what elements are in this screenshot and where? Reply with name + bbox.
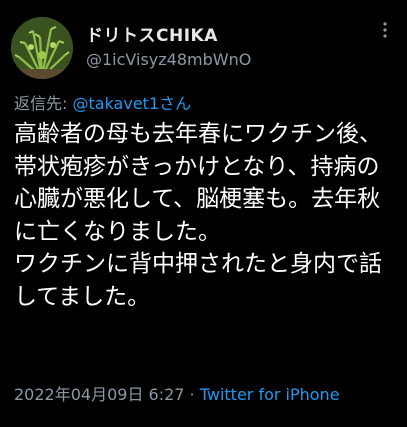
reply-label: 返信先:	[14, 94, 73, 113]
tweet-text: 高齢者の母も去年春にワクチン後、帯状疱疹がきっかけとなり、持病の心臓が悪化して、…	[14, 121, 382, 310]
more-vertical-icon[interactable]	[377, 22, 393, 38]
reply-mention-link[interactable]: @takavet1さん	[72, 94, 191, 113]
plant-photo-icon	[11, 17, 73, 79]
tweet-timestamp[interactable]: 2022年04月09日 6:27	[14, 385, 184, 404]
tweet-card: ドリトスCHIKA @1icVisyz48mbWnO 返信先: @takavet…	[0, 0, 407, 427]
user-handle[interactable]: @1icVisyz48mbWnO	[86, 50, 251, 69]
tweet-meta: 2022年04月09日 6:27 · Twitter for iPhone	[14, 381, 340, 405]
client-link[interactable]: Twitter for iPhone	[200, 385, 340, 404]
display-name[interactable]: ドリトスCHIKA	[86, 21, 218, 46]
reply-context: 返信先: @takavet1さん	[14, 90, 191, 114]
avatar[interactable]	[11, 17, 73, 79]
meta-separator: ·	[184, 385, 200, 404]
